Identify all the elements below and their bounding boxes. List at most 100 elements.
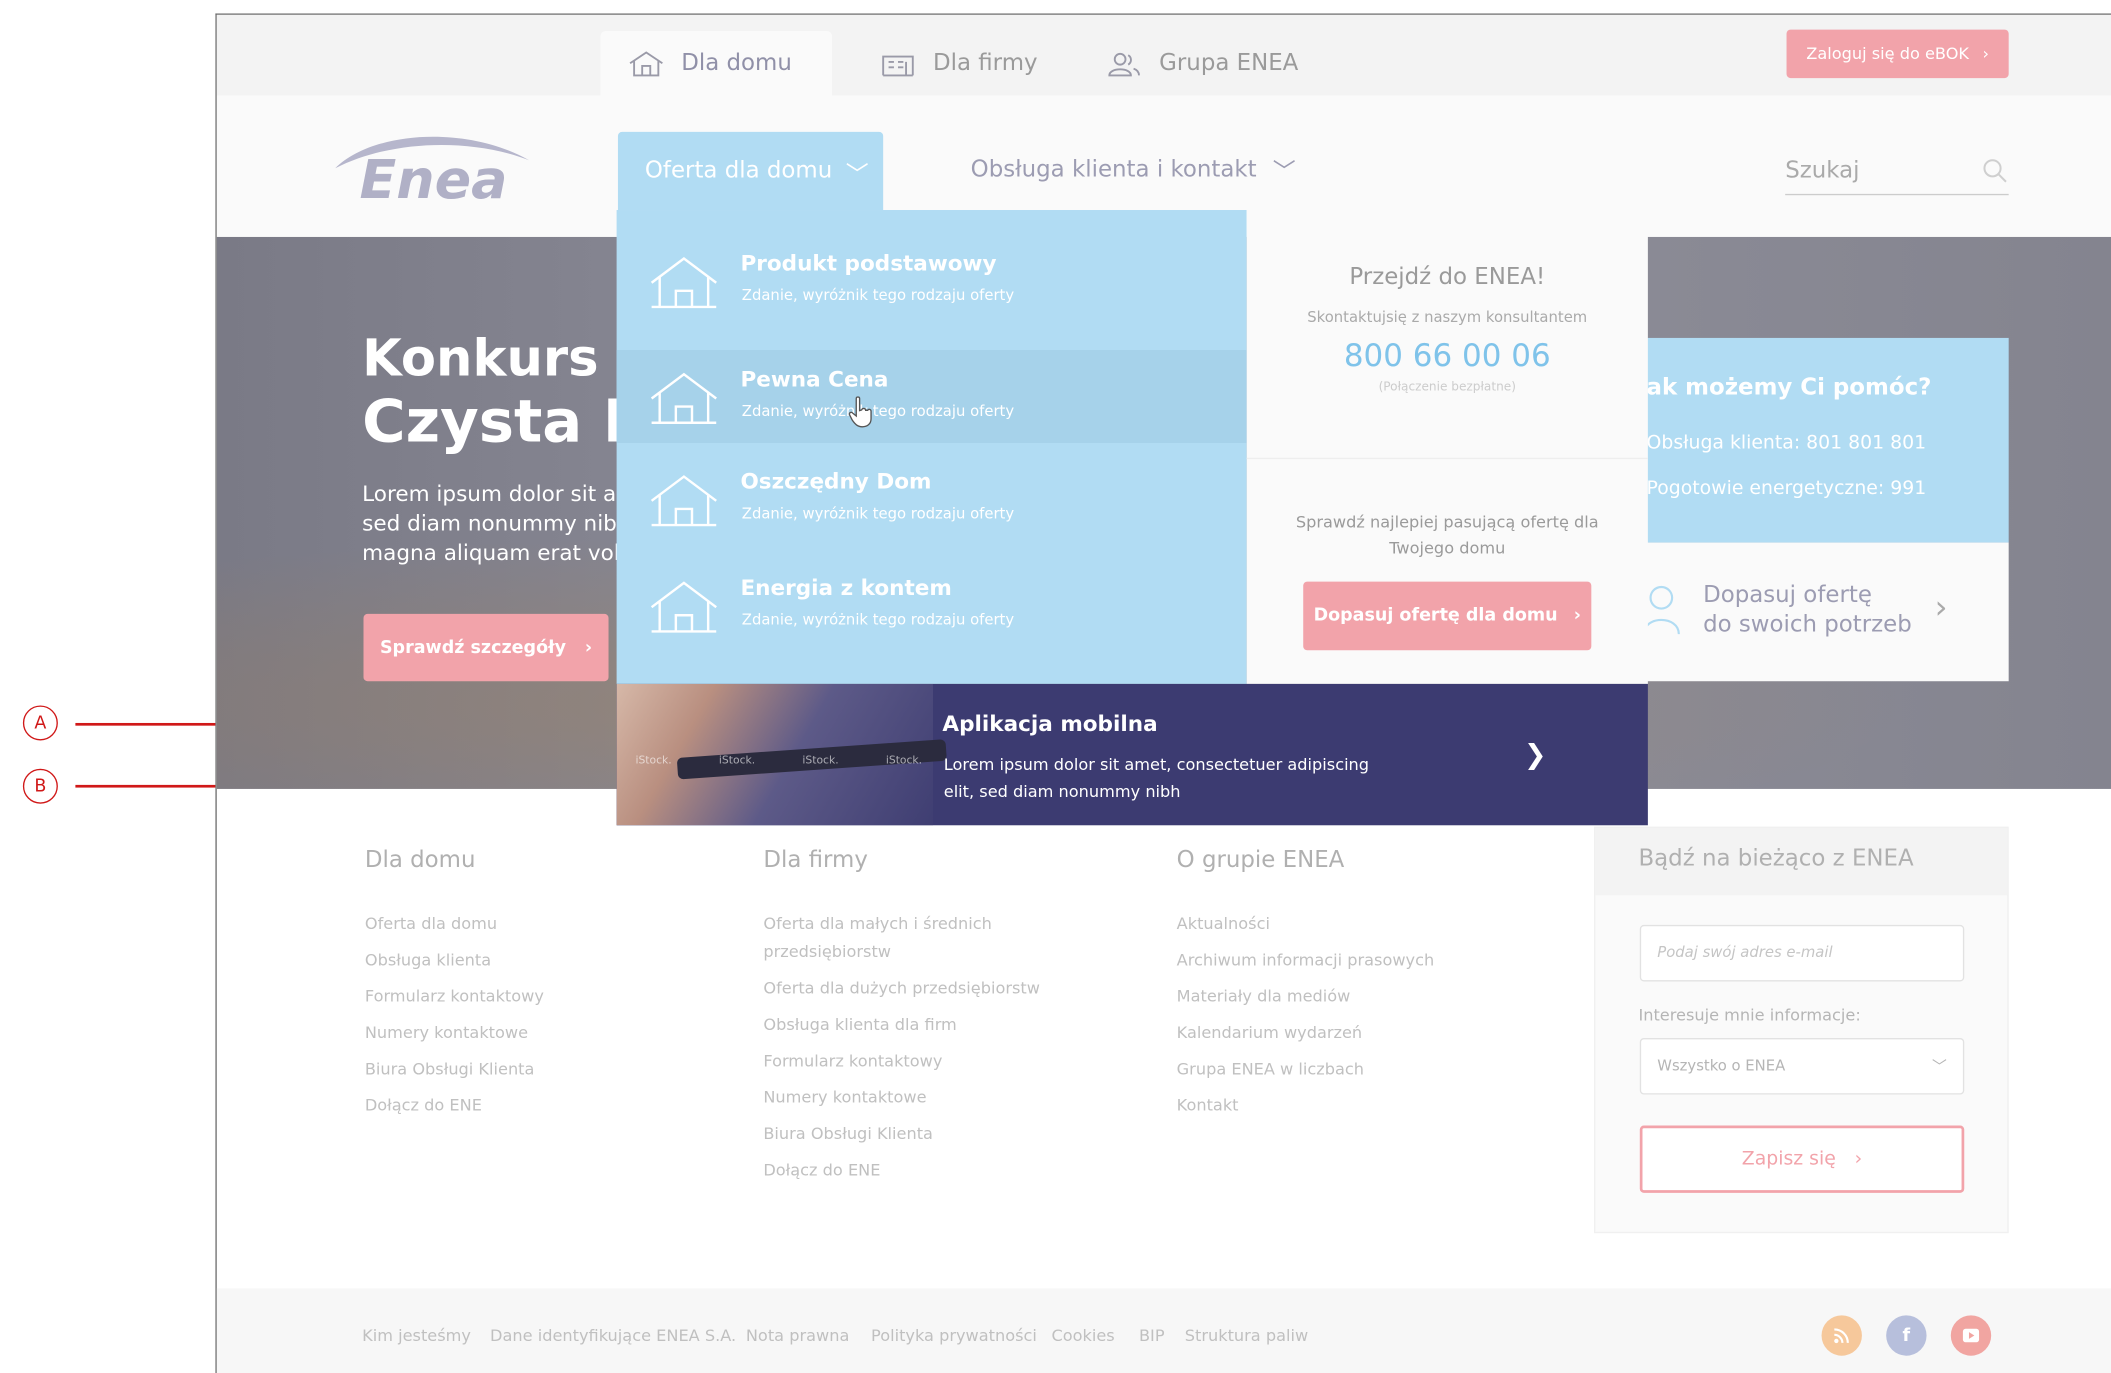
dropdown-item-pewna-cena[interactable]: Pewna Cena Zdanie, wyróżnik tego rodzaju…	[616, 350, 1247, 443]
help-title: ak możemy Ci pomóc?	[1646, 374, 1932, 402]
bottom-link[interactable]: Dane identyfikujące ENEA S.A.	[490, 1326, 736, 1345]
facebook-icon[interactable]: f	[1886, 1315, 1927, 1356]
footer-link[interactable]: Oferta dla małych i średnich przedsiębio…	[763, 906, 1040, 971]
footer-link[interactable]: Grupa ENEA w liczbach	[1177, 1051, 1435, 1087]
chevron-right-icon: ›	[1982, 44, 1989, 64]
hand-cursor-icon	[848, 396, 872, 428]
adjust-offer-card[interactable]: Dopasuj ofertę do swoich potrzeb ›	[1616, 542, 2009, 682]
nav-obsluga-klienta[interactable]: Obsługa klienta i kontakt ﹀	[970, 152, 1296, 185]
app-banner-title: Aplikacja mobilna	[942, 710, 1158, 737]
footer-link[interactable]: Biura Obsługi Klienta	[763, 1116, 1040, 1152]
search-input[interactable]: Szukaj	[1785, 147, 2009, 196]
tab-grupa-enea[interactable]: Grupa ENEA	[1078, 31, 1325, 96]
building-icon	[882, 55, 914, 77]
search-placeholder: Szukaj	[1785, 156, 1860, 184]
logo-text: Enea	[359, 149, 508, 212]
footer-link[interactable]: Obsługa klienta dla firm	[763, 1007, 1040, 1043]
dropdown-match-text: Sprawdź najlepiej pasującą ofertę dla Tw…	[1295, 512, 1599, 558]
screenshot-canvas: A B Dla domu Dla firmy Grupa ENEA Zalogu…	[0, 0, 2111, 1373]
tab-dla-firmy[interactable]: Dla firmy	[852, 31, 1064, 96]
tab-label: Grupa ENEA	[1159, 49, 1299, 77]
chevron-right-icon[interactable]: ❯	[1524, 738, 1547, 770]
newsletter-interest-label: Interesuje mnie informacje:	[1638, 1005, 1861, 1025]
newsletter-interest-select[interactable]: Wszystko o ENEA ﹀	[1639, 1037, 1965, 1095]
login-ebok-button[interactable]: Zaloguj się do eBOK ›	[1786, 29, 2009, 79]
footer-link[interactable]: Obsługa klienta	[365, 942, 544, 978]
istock-watermark: iStock.	[718, 753, 756, 767]
bottom-link[interactable]: Struktura paliw	[1185, 1326, 1308, 1345]
footer-link[interactable]: Oferta dla domu	[365, 906, 544, 942]
house-icon	[650, 475, 717, 527]
help-line-emergency[interactable]: Pogotowie energetyczne: 991	[1647, 478, 1927, 500]
footer-link[interactable]: Dołącz do ENE	[763, 1152, 1040, 1188]
hero-title-line1: Konkurs	[362, 328, 599, 388]
phone-hand-photo: iStock. iStock. iStock. iStock.	[616, 683, 947, 826]
bottom-link[interactable]: Polityka prywatności	[871, 1326, 1037, 1345]
footer-col-grupa-title: O grupie ENEA	[1176, 846, 1345, 874]
help-line-customer-service[interactable]: Obsługa klienta: 801 801 801	[1647, 432, 1927, 454]
hero-details-button[interactable]: Sprawdź szczegóły ›	[363, 613, 609, 682]
bottom-link[interactable]: Nota prawna	[746, 1326, 849, 1345]
youtube-icon[interactable]	[1950, 1315, 1992, 1356]
footer-link[interactable]: Kalendarium wydarzeń	[1177, 1015, 1435, 1051]
footer-col-dla-firmy-title: Dla firmy	[763, 846, 868, 874]
dropdown-phone-number[interactable]: 800 66 00 06	[1247, 339, 1648, 374]
footer-link[interactable]: Numery kontaktowe	[365, 1015, 544, 1051]
dropdown-match-offer-button[interactable]: Dopasuj ofertę dla domu ›	[1303, 581, 1592, 651]
people-icon	[1108, 52, 1140, 77]
submit-label: Zapisz się	[1741, 1148, 1836, 1170]
newsletter-submit-button[interactable]: Zapisz się ›	[1639, 1125, 1965, 1193]
search-icon[interactable]	[1982, 157, 2009, 184]
chevron-right-icon: ›	[1573, 605, 1581, 627]
istock-watermark: iStock.	[802, 753, 839, 767]
newsletter-panel: Bądź na bieżąco z ENEA Podaj swój adres …	[1594, 826, 2009, 1234]
footer-link[interactable]: Biura Obsługi Klienta	[365, 1051, 544, 1087]
top-bar: Dla domu Dla firmy Grupa ENEA Zaloguj si…	[216, 14, 2111, 96]
footer-link[interactable]: Dołącz do ENE	[365, 1088, 544, 1124]
footer-col-dla-domu-title: Dla domu	[364, 846, 476, 874]
dropdown-go-title: Przejdź do ENEA!	[1349, 263, 1546, 291]
istock-watermark: iStock.	[635, 753, 672, 767]
nav-obsluga-label: Obsługa klienta i kontakt	[970, 155, 1257, 183]
tab-dla-domu[interactable]: Dla domu	[600, 30, 833, 96]
rss-icon[interactable]	[1821, 1315, 1862, 1356]
dropdown-offer-list: Produkt podstawowy Zdanie, wyróżnik tego…	[616, 210, 1247, 684]
footer-link[interactable]: Materiały dla mediów	[1177, 979, 1435, 1015]
tab-label: Dla domu	[681, 49, 792, 77]
footer-link[interactable]: Formularz kontaktowy	[763, 1043, 1040, 1079]
select-value: Wszystko o ENEA	[1657, 1056, 1786, 1075]
istock-watermark: iStock.	[885, 753, 923, 767]
dropdown-contact-panel: Przejdź do ENEA! Skontaktujsię z naszym …	[1246, 210, 1648, 684]
newsletter-title: Bądź na bieżąco z ENEA	[1595, 827, 2008, 896]
bottom-bar: Kim jesteśmy Dane identyfikujące ENEA S.…	[216, 1288, 2111, 1373]
footer-col-dla-firmy-links: Oferta dla małych i średnich przedsiębio…	[763, 906, 1040, 1189]
bottom-link[interactable]: Cookies	[1051, 1326, 1114, 1345]
dropdown-item-energia-z-kontem[interactable]: Energia z kontem Zdanie, wyróżnik tego r…	[617, 559, 1247, 652]
dropdown-item-oszczedny-dom[interactable]: Oszczędny Dom Zdanie, wyróżnik tego rodz…	[617, 452, 1247, 545]
bottom-link[interactable]: BIP	[1139, 1326, 1165, 1345]
adjust-offer-text: Dopasuj ofertę do swoich potrzeb	[1703, 581, 1912, 639]
chevron-right-icon: ›	[1854, 1148, 1863, 1170]
mobile-app-banner[interactable]: iStock. iStock. iStock. iStock. Aplikacj…	[616, 683, 1648, 826]
footer-col-dla-domu-links: Oferta dla domu Obsługa klienta Formular…	[365, 906, 544, 1124]
enea-logo[interactable]: Enea	[333, 125, 535, 211]
footer-link[interactable]: Archiwum informacji prasowych	[1177, 942, 1435, 978]
chevron-right-icon: ›	[1934, 588, 1948, 627]
newsletter-email-field[interactable]: Podaj swój adres e-mail	[1639, 924, 1965, 982]
footer-link[interactable]: Aktualności	[1177, 906, 1435, 942]
dropdown-item-subtitle: Zdanie, wyróżnik tego rodzaju oferty	[741, 504, 1015, 523]
footer-link[interactable]: Numery kontaktowe	[763, 1080, 1040, 1116]
nav-oferta-dla-domu[interactable]: Oferta dla domu ﹀	[617, 131, 884, 211]
bottom-link[interactable]: Kim jesteśmy	[362, 1326, 471, 1345]
dropdown-free-call-note: (Połączenie bezpłatne)	[1378, 381, 1516, 395]
help-panel: ak możemy Ci pomóc? Obsługa klienta: 801…	[1616, 337, 2009, 543]
dropdown-item-title: Energia z kontem	[740, 574, 952, 601]
dropdown-item-subtitle: Zdanie, wyróżnik tego rodzaju oferty	[741, 402, 1015, 421]
footer-link[interactable]: Formularz kontaktowy	[365, 979, 544, 1015]
dropdown-item-produkt-podstawowy[interactable]: Produkt podstawowy Zdanie, wyróżnik tego…	[617, 234, 1247, 327]
match-button-label: Dopasuj ofertę dla domu	[1313, 605, 1558, 627]
footer-link[interactable]: Kontakt	[1177, 1088, 1435, 1124]
login-label: Zaloguj się do eBOK	[1806, 44, 1970, 64]
footer-link[interactable]: Oferta dla dużych przedsiębiorstw	[763, 971, 1040, 1007]
house-icon	[650, 372, 717, 424]
